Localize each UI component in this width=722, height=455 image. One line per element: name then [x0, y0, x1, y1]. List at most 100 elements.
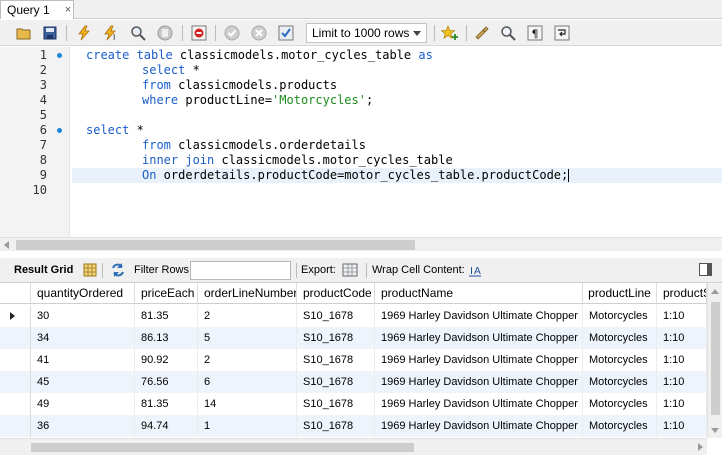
rollback-icon[interactable]	[249, 23, 269, 43]
table-cell[interactable]: Motorcycles	[583, 371, 657, 393]
export-icon[interactable]	[340, 260, 360, 280]
row-header[interactable]	[0, 371, 31, 393]
line-number: 2	[39, 63, 47, 77]
column-header[interactable]: orderLineNumber	[198, 283, 297, 304]
sql-editor[interactable]: 1 2 3 4 5 6 7 8 9 10 create table classi…	[0, 47, 722, 237]
row-header[interactable]	[0, 349, 31, 371]
refresh-icon[interactable]	[108, 260, 128, 280]
table-cell[interactable]: 5	[198, 327, 297, 349]
chevron-down-icon	[413, 31, 421, 36]
table-cell[interactable]: 90.92	[135, 349, 198, 371]
table-cell[interactable]: 1969 Harley Davidson Ultimate Chopper	[375, 393, 583, 415]
row-header[interactable]	[0, 327, 31, 349]
add-snippet-icon[interactable]	[440, 23, 460, 43]
tab-bar: Query 1 ×	[0, 0, 722, 19]
code-line-4: where productLine='Motorcycles';	[142, 93, 374, 107]
table-cell[interactable]: 45	[31, 371, 135, 393]
table-cell[interactable]: 41	[31, 349, 135, 371]
table-cell[interactable]: 1:10	[657, 371, 707, 393]
table-cell[interactable]: 49	[31, 393, 135, 415]
row-header[interactable]	[0, 305, 31, 327]
table-cell[interactable]: 6	[198, 371, 297, 393]
stop-icon[interactable]	[155, 23, 175, 43]
scroll-left-icon[interactable]	[4, 241, 9, 249]
execute-icon[interactable]	[74, 23, 94, 43]
side-panel-toggle-icon[interactable]	[699, 263, 712, 276]
table-cell[interactable]: 34	[31, 327, 135, 349]
query-editor-window: Query 1 × I Limit to 1000 rows ¶ 1 2 3 4…	[0, 0, 722, 455]
autocommit-icon[interactable]	[276, 23, 296, 43]
table-cell[interactable]: 2	[198, 305, 297, 327]
table-cell[interactable]: 1:10	[657, 349, 707, 371]
table-cell[interactable]: 1969 Harley Davidson Ultimate Chopper	[375, 327, 583, 349]
table-cell[interactable]: 81.35	[135, 393, 198, 415]
table-cell[interactable]: 14	[198, 393, 297, 415]
table-cell[interactable]: 30	[31, 305, 135, 327]
table-cell[interactable]: 1969 Harley Davidson Ultimate Chopper	[375, 415, 583, 437]
table-cell[interactable]: S10_1678	[297, 393, 375, 415]
table-cell[interactable]: Motorcycles	[583, 327, 657, 349]
table-cell[interactable]: 1:10	[657, 415, 707, 437]
scrollbar-thumb[interactable]	[711, 302, 720, 415]
table-cell[interactable]: 1	[198, 415, 297, 437]
scroll-down-icon[interactable]	[711, 428, 719, 433]
scroll-right-icon[interactable]	[698, 443, 703, 451]
table-cell[interactable]: S10_1678	[297, 349, 375, 371]
close-tab-icon[interactable]: ×	[65, 4, 71, 16]
grid-horizontal-scrollbar[interactable]	[0, 438, 707, 455]
table-cell[interactable]: Motorcycles	[583, 415, 657, 437]
execute-current-icon[interactable]: I	[101, 23, 121, 43]
statement-marker-icon	[57, 53, 62, 58]
table-cell[interactable]: Motorcycles	[583, 305, 657, 327]
table-cell[interactable]: 94.74	[135, 415, 198, 437]
result-toolbar: Result Grid Filter Rows: Export: Wrap Ce…	[0, 258, 722, 283]
save-icon[interactable]	[40, 23, 60, 43]
table-cell[interactable]: S10_1678	[297, 415, 375, 437]
column-header[interactable]: productCode	[297, 283, 375, 304]
editor-horizontal-scrollbar[interactable]	[0, 237, 722, 251]
beautify-icon[interactable]	[472, 23, 492, 43]
table-cell[interactable]: S10_1678	[297, 305, 375, 327]
result-grid-tab[interactable]: Result Grid	[14, 264, 73, 276]
table-cell[interactable]: 86.13	[135, 327, 198, 349]
table-cell[interactable]: 1969 Harley Davidson Ultimate Chopper	[375, 305, 583, 327]
table-cell[interactable]: S10_1678	[297, 371, 375, 393]
table-cell[interactable]: Motorcycles	[583, 393, 657, 415]
table-cell[interactable]: 1969 Harley Davidson Ultimate Chopper	[375, 349, 583, 371]
limit-rows-select[interactable]: Limit to 1000 rows	[306, 23, 427, 43]
explain-icon[interactable]	[128, 23, 148, 43]
grid-vertical-scrollbar[interactable]	[707, 283, 722, 438]
wrap-cell-icon[interactable]: IA	[465, 260, 485, 280]
row-header[interactable]	[0, 415, 31, 437]
toggle-error-icon[interactable]	[189, 23, 209, 43]
scroll-up-icon[interactable]	[711, 289, 719, 294]
table-cell[interactable]: 1:10	[657, 327, 707, 349]
table-cell[interactable]: 1969 Harley Davidson Ultimate Chopper	[375, 371, 583, 393]
table-cell[interactable]: 81.35	[135, 305, 198, 327]
table-cell[interactable]: Motorcycles	[583, 349, 657, 371]
line-number: 5	[39, 108, 47, 122]
table-cell[interactable]: 1:10	[657, 305, 707, 327]
table-cell[interactable]: 1:10	[657, 393, 707, 415]
scrollbar-thumb[interactable]	[16, 240, 415, 250]
column-header[interactable]: productScale	[657, 283, 707, 304]
table-cell[interactable]: 36	[31, 415, 135, 437]
open-file-icon[interactable]	[14, 23, 34, 43]
invisible-chars-icon[interactable]: ¶	[525, 23, 545, 43]
tab-query-1[interactable]: Query 1 ×	[0, 0, 74, 19]
grid-view-icon[interactable]	[80, 260, 100, 280]
column-header[interactable]: priceEach	[135, 283, 198, 304]
row-header[interactable]	[0, 393, 31, 415]
table-cell[interactable]: S10_1678	[297, 327, 375, 349]
wrap-icon[interactable]	[552, 23, 572, 43]
filter-rows-input[interactable]	[190, 261, 291, 280]
table-cell[interactable]: 76.56	[135, 371, 198, 393]
commit-icon[interactable]	[222, 23, 242, 43]
column-header[interactable]: productLine	[583, 283, 657, 304]
column-header[interactable]: quantityOrdered	[31, 283, 135, 304]
code-line-6: select *	[86, 123, 144, 137]
find-icon[interactable]	[498, 23, 518, 43]
table-cell[interactable]: 2	[198, 349, 297, 371]
scrollbar-thumb[interactable]	[31, 443, 414, 452]
column-header[interactable]: productName	[375, 283, 583, 304]
